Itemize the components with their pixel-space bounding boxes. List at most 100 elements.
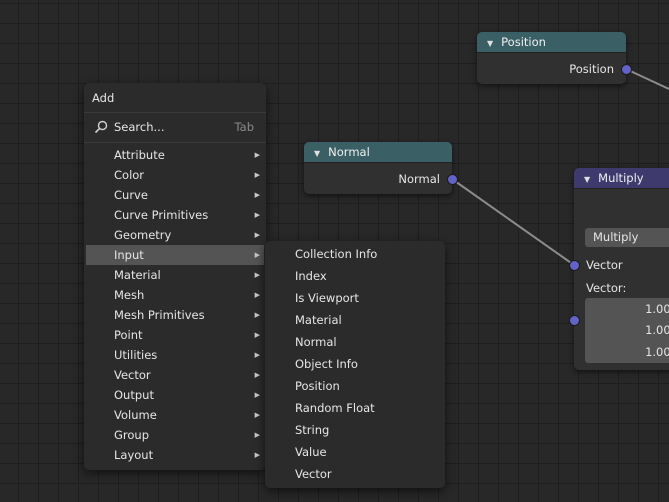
vector-field-label: Vector: — [586, 281, 627, 295]
submenu-item-vector[interactable]: Vector — [267, 463, 443, 485]
position-output-socket[interactable] — [621, 64, 632, 75]
normal-output-label: Normal — [398, 172, 440, 186]
menu-item-material[interactable]: Material ▶ — [86, 265, 264, 285]
menu-item-label: Attribute — [114, 148, 165, 162]
menu-item-label: Output — [114, 388, 154, 402]
submenu-item-label: Position — [295, 379, 340, 393]
search-row[interactable]: Search... Tab — [86, 117, 264, 137]
menu-item-output[interactable]: Output ▶ — [86, 385, 264, 405]
operation-value: Multiply — [593, 230, 639, 244]
menu-item-label: Layout — [114, 448, 154, 462]
position-node-header[interactable]: ▼ Position — [477, 32, 626, 53]
position-node[interactable]: ▼ Position Position — [477, 32, 626, 84]
submenu-arrow-icon: ▶ — [254, 251, 260, 259]
submenu-item-label: Collection Info — [295, 247, 378, 261]
menu-item-label: Vector — [114, 368, 151, 382]
submenu-item-label: String — [295, 423, 330, 437]
vector-z-field[interactable]: 1.000 — [645, 341, 669, 363]
submenu-item-label: Random Float — [295, 401, 375, 415]
menu-item-mesh-primitives[interactable]: Mesh Primitives ▶ — [86, 305, 264, 325]
submenu-item-normal[interactable]: Normal — [267, 331, 443, 353]
menu-divider — [84, 112, 266, 113]
menu-item-color[interactable]: Color ▶ — [86, 165, 264, 185]
search-label: Search... — [114, 120, 165, 134]
add-menu: Add Search... Tab Attribute ▶ Color ▶ Curve ▶… — [84, 83, 266, 470]
normal-node[interactable]: ▼ Normal Normal — [304, 142, 452, 194]
vector-x-field[interactable]: 1.000 — [645, 298, 669, 320]
submenu-arrow-icon: ▶ — [254, 211, 260, 219]
vector-input-socket[interactable] — [569, 260, 580, 271]
submenu-arrow-icon: ▶ — [254, 311, 260, 319]
menu-item-geometry[interactable]: Geometry ▶ — [86, 225, 264, 245]
menu-item-input[interactable]: Input ▶ — [86, 245, 264, 265]
normal-output-socket[interactable] — [447, 174, 458, 185]
submenu-item-position[interactable]: Position — [267, 375, 443, 397]
menu-item-volume[interactable]: Volume ▶ — [86, 405, 264, 425]
submenu-arrow-icon: ▶ — [254, 391, 260, 399]
multiply-node[interactable]: ▼ Multiply Multiply Vector Vector: 1.000 … — [574, 168, 669, 370]
submenu-item-label: Vector — [295, 467, 332, 481]
menu-item-label: Group — [114, 428, 150, 442]
submenu-item-label: Normal — [295, 335, 337, 349]
submenu-arrow-icon: ▶ — [254, 371, 260, 379]
collapse-arrow-icon[interactable]: ▼ — [584, 175, 590, 184]
menu-item-curve[interactable]: Curve ▶ — [86, 185, 264, 205]
submenu-arrow-icon: ▶ — [254, 171, 260, 179]
node-title: Normal — [328, 145, 370, 159]
collapse-arrow-icon[interactable]: ▼ — [487, 39, 493, 48]
submenu-arrow-icon: ▶ — [254, 271, 260, 279]
vector-y-field[interactable]: 1.000 — [645, 319, 669, 341]
menu-item-label: Mesh Primitives — [114, 308, 205, 322]
submenu-arrow-icon: ▶ — [254, 331, 260, 339]
menu-item-group[interactable]: Group ▶ — [86, 425, 264, 445]
menu-item-attribute[interactable]: Attribute ▶ — [86, 145, 264, 165]
submenu-arrow-icon: ▶ — [254, 231, 260, 239]
operation-dropdown[interactable]: Multiply — [585, 228, 669, 247]
submenu-item-index[interactable]: Index — [267, 265, 443, 287]
submenu-arrow-icon: ▶ — [254, 291, 260, 299]
vector-value-box: 1.000 1.000 1.000 — [585, 298, 669, 363]
multiply-node-header[interactable]: ▼ Multiply — [574, 168, 669, 189]
submenu-item-random-float[interactable]: Random Float — [267, 397, 443, 419]
menu-item-layout[interactable]: Layout ▶ — [86, 445, 264, 465]
menu-item-utilities[interactable]: Utilities ▶ — [86, 345, 264, 365]
submenu-item-object-info[interactable]: Object Info — [267, 353, 443, 375]
menu-title: Add — [92, 91, 115, 105]
submenu-item-string[interactable]: String — [267, 419, 443, 441]
node-title: Multiply — [598, 171, 644, 185]
position-output-label: Position — [569, 62, 614, 76]
menu-divider — [84, 142, 266, 143]
submenu-item-material[interactable]: Material — [267, 309, 443, 331]
input-submenu: Collection Info Index Is Viewport Material N… — [265, 241, 445, 488]
menu-item-vector[interactable]: Vector ▶ — [86, 365, 264, 385]
vector-value-socket[interactable] — [569, 315, 580, 326]
vector-input-label: Vector — [586, 258, 623, 272]
menu-item-label: Curve Primitives — [114, 208, 209, 222]
submenu-item-value[interactable]: Value — [267, 441, 443, 463]
menu-item-curve-primitives[interactable]: Curve Primitives ▶ — [86, 205, 264, 225]
menu-item-label: Color — [114, 168, 145, 182]
menu-item-label: Input — [114, 248, 144, 262]
normal-node-header[interactable]: ▼ Normal — [304, 142, 452, 163]
submenu-item-label: Value — [295, 445, 327, 459]
menu-item-label: Geometry — [114, 228, 172, 242]
submenu-arrow-icon: ▶ — [254, 411, 260, 419]
submenu-item-is-viewport[interactable]: Is Viewport — [267, 287, 443, 309]
node-title: Position — [501, 35, 546, 49]
collapse-arrow-icon[interactable]: ▼ — [314, 149, 320, 158]
submenu-arrow-icon: ▶ — [254, 151, 260, 159]
menu-item-label: Point — [114, 328, 143, 342]
menu-item-label: Material — [114, 268, 161, 282]
menu-item-mesh[interactable]: Mesh ▶ — [86, 285, 264, 305]
search-shortcut: Tab — [234, 120, 254, 134]
submenu-arrow-icon: ▶ — [254, 451, 260, 459]
submenu-arrow-icon: ▶ — [254, 351, 260, 359]
submenu-item-label: Index — [295, 269, 327, 283]
submenu-item-collection-info[interactable]: Collection Info — [267, 243, 443, 265]
submenu-item-label: Is Viewport — [295, 291, 359, 305]
menu-item-label: Mesh — [114, 288, 145, 302]
menu-item-point[interactable]: Point ▶ — [86, 325, 264, 345]
submenu-item-label: Material — [295, 313, 342, 327]
submenu-item-label: Object Info — [295, 357, 358, 371]
submenu-arrow-icon: ▶ — [254, 431, 260, 439]
